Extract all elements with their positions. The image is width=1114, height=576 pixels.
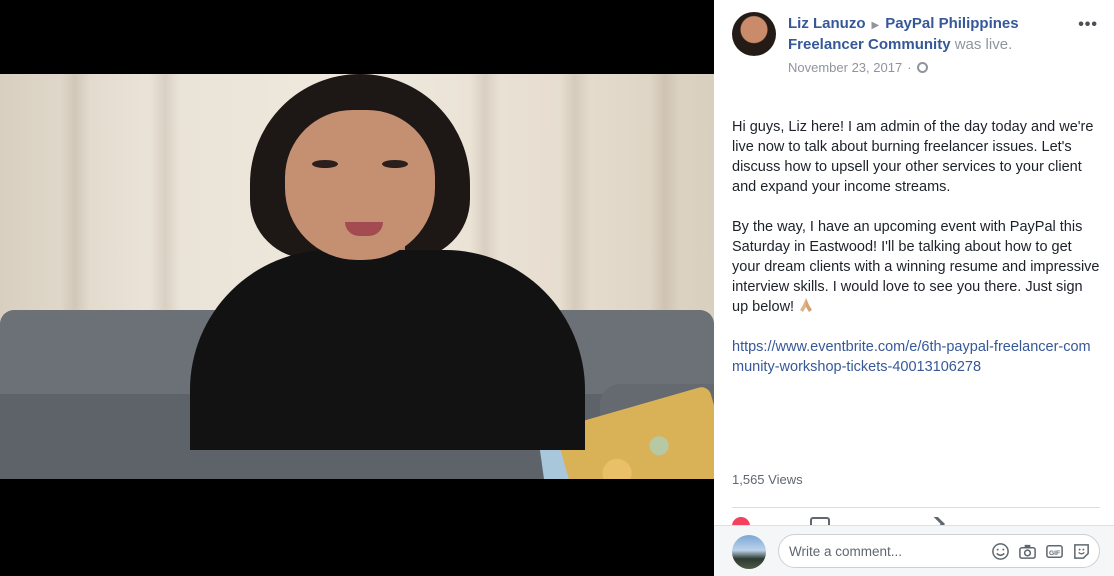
comment-tools: GIF xyxy=(991,542,1091,561)
meta-separator: · xyxy=(907,60,912,75)
views-count: 1,565 Views xyxy=(732,472,803,487)
post-text: Hi guys, Liz here! I am admin of the day… xyxy=(732,117,1102,397)
action-bar xyxy=(732,517,1092,525)
divider xyxy=(732,507,1100,508)
praying-hands-icon xyxy=(800,298,813,312)
live-video-player[interactable] xyxy=(0,0,714,576)
author-link[interactable]: Liz Lanuzo xyxy=(788,15,866,32)
camera-icon[interactable] xyxy=(1018,542,1037,561)
comment-bar: Write a comment... GIF xyxy=(714,525,1114,576)
post-panel: Liz Lanuzo ▶ PayPal Philippines Freelancer… xyxy=(714,0,1114,576)
post-paragraph-2: By the way, I have an upcoming event wit… xyxy=(732,219,1100,315)
facebook-live-post: Liz Lanuzo ▶ PayPal Philippines Freelancer… xyxy=(0,0,1114,576)
event-link[interactable]: https://www.eventbrite.com/e/6th-paypal-… xyxy=(732,339,1091,375)
share-icon[interactable] xyxy=(925,517,945,525)
smiley-icon[interactable] xyxy=(991,542,1010,561)
svg-text:GIF: GIF xyxy=(1049,550,1060,557)
user-avatar[interactable] xyxy=(732,535,766,569)
author-avatar[interactable] xyxy=(732,12,776,56)
presenter-face xyxy=(285,110,435,260)
live-status: was live. xyxy=(954,36,1013,53)
more-options-button[interactable]: ••• xyxy=(1078,16,1098,34)
comment-placeholder: Write a comment... xyxy=(789,544,903,559)
like-icon[interactable] xyxy=(732,517,750,525)
post-date[interactable]: November 23, 2017 xyxy=(788,60,902,75)
sticker-icon[interactable] xyxy=(1072,542,1091,561)
post-header: Liz Lanuzo ▶ PayPal Philippines Freelancer… xyxy=(788,14,1058,54)
post-paragraph-1: Hi guys, Liz here! I am admin of the day… xyxy=(732,119,1094,195)
post-meta: November 23, 2017 · xyxy=(788,60,928,75)
globe-icon[interactable] xyxy=(916,62,928,73)
arrow-right-icon: ▶ xyxy=(871,20,880,31)
gif-icon[interactable]: GIF xyxy=(1045,542,1064,561)
comment-input[interactable]: Write a comment... GIF xyxy=(778,534,1100,568)
comment-icon[interactable] xyxy=(810,517,830,525)
presenter xyxy=(190,250,585,450)
